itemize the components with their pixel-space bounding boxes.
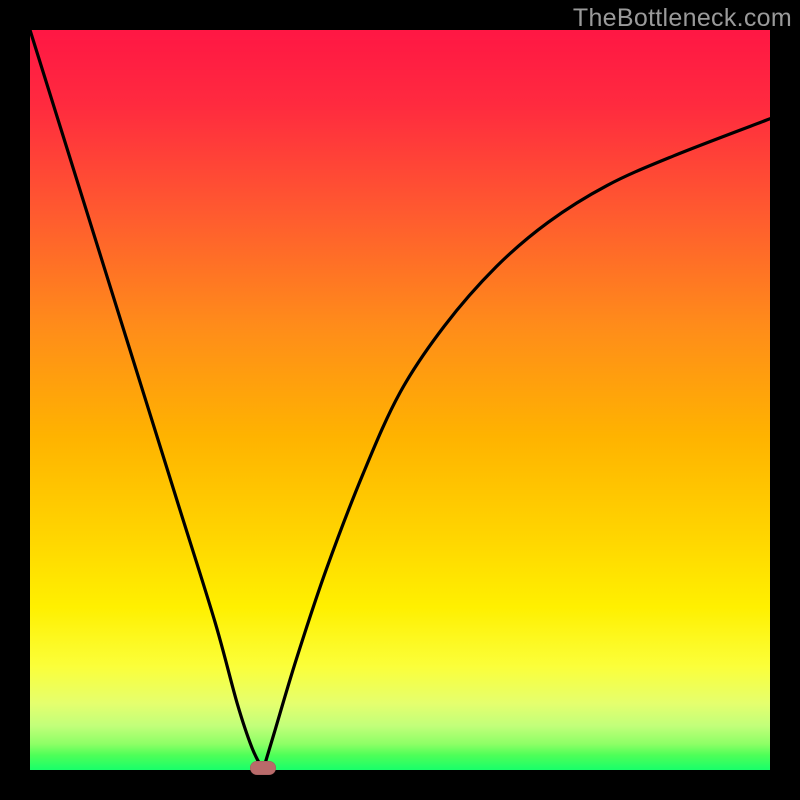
curve-left-branch bbox=[30, 30, 263, 770]
curve-right-branch bbox=[263, 119, 770, 770]
min-marker bbox=[250, 761, 276, 775]
bottleneck-curve bbox=[30, 30, 770, 770]
watermark-text: TheBottleneck.com bbox=[573, 4, 792, 33]
chart-frame: TheBottleneck.com bbox=[0, 0, 800, 800]
